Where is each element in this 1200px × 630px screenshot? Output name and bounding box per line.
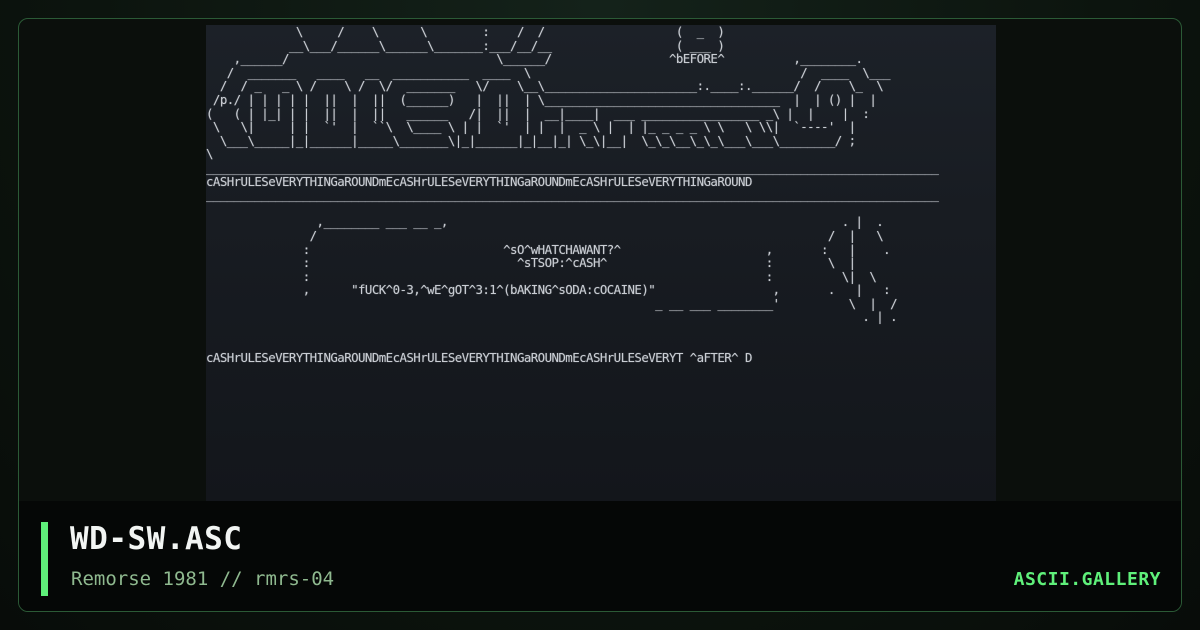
artwork-subtitle: Remorse 1981 // rmrs-04	[71, 568, 335, 590]
ascii-art-panel: \ / \ \ : / / ( _ ) __\___/______\______…	[206, 25, 996, 501]
ascii-art-text: \ / \ \ : / / ( _ ) __\___/______\______…	[206, 25, 939, 366]
og-card: \ / \ \ : / / ( _ ) __\___/______\______…	[0, 0, 1200, 630]
card-frame: \ / \ \ : / / ( _ ) __\___/______\______…	[18, 18, 1182, 612]
artwork-title: WD-SW.ASC	[70, 521, 243, 557]
accent-bar	[41, 522, 48, 596]
site-brand[interactable]: ASCII.GALLERY	[1014, 569, 1161, 590]
info-bar: WD-SW.ASC Remorse 1981 // rmrs-04 ASCII.…	[19, 501, 1181, 611]
